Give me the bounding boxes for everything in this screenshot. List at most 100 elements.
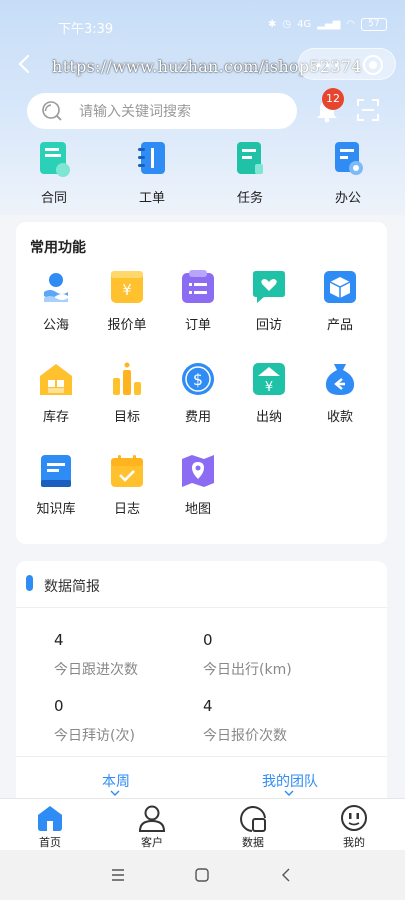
stat-value: 0 — [203, 631, 213, 649]
nav-label: 数据 — [242, 836, 264, 849]
public-sea-icon — [44, 273, 68, 302]
shortcut-work-order[interactable]: 工单 — [117, 140, 187, 206]
section-marker — [26, 575, 33, 591]
home-icon — [38, 806, 62, 831]
function-label: 订单 — [184, 318, 211, 333]
shortcut-label: 任务 — [236, 191, 263, 206]
status-bar: 下午3:39 ✱ ◷ 4G ▂▄▆ ◠ 57 — [0, 0, 405, 50]
function-map[interactable]: 地图 — [167, 454, 229, 517]
quote-icon: ¥ — [111, 271, 143, 303]
shortcut-label: 合同 — [40, 191, 67, 206]
stat-value: 4 — [203, 697, 213, 715]
signal-icon: ▂▄▆ — [317, 19, 341, 30]
stat-label: 今日出行(km) — [203, 662, 292, 678]
shortcut-office[interactable]: 办公 — [313, 140, 383, 206]
function-log[interactable]: 日志 — [96, 454, 158, 517]
svg-text:¥: ¥ — [122, 281, 132, 299]
function-public-sea[interactable]: 公海 — [25, 270, 87, 333]
back-icon[interactable] — [14, 52, 36, 76]
function-quote[interactable]: ¥ 报价单 — [96, 270, 158, 333]
bluetooth-icon: ✱ — [267, 19, 277, 30]
stat-travel[interactable]: 0 今日出行(km) — [203, 631, 292, 679]
collection-icon — [325, 364, 355, 395]
customer-icon — [138, 805, 166, 832]
nav-home[interactable]: 首页 — [20, 804, 80, 850]
common-functions-title: 常用功能 — [30, 240, 86, 256]
shortcut-label: 办公 — [334, 191, 361, 206]
stat-follow-ups[interactable]: 4 今日跟进次数 — [54, 631, 138, 679]
nav-profile[interactable]: 我的 — [324, 804, 384, 850]
function-revisit[interactable]: 回访 — [238, 270, 300, 333]
svg-text:$: $ — [193, 370, 203, 389]
product-icon — [324, 271, 356, 303]
scan-icon[interactable] — [357, 99, 379, 121]
function-product[interactable]: 产品 — [309, 270, 371, 333]
chevron-down-icon[interactable] — [110, 790, 120, 796]
revisit-icon — [253, 271, 285, 303]
nav-label: 首页 — [39, 836, 61, 849]
wifi-icon: ◠ — [346, 19, 355, 30]
inventory-icon — [40, 364, 72, 395]
home-square-icon[interactable] — [195, 868, 209, 882]
shortcut-label: 工单 — [138, 191, 165, 206]
nav-label: 客户 — [141, 836, 163, 849]
function-label: 库存 — [42, 410, 69, 425]
function-cashier[interactable]: ¥ 出纳 — [238, 362, 300, 425]
function-collection[interactable]: 收款 — [309, 362, 371, 425]
system-back-icon[interactable] — [281, 868, 291, 882]
target-icon — [113, 362, 141, 395]
data-brief-title: 数据简报 — [44, 579, 100, 595]
filter-period[interactable]: 本周 — [102, 771, 130, 791]
function-target[interactable]: 目标 — [96, 362, 158, 425]
stat-value: 4 — [54, 631, 64, 649]
chevron-down-icon[interactable] — [284, 790, 294, 796]
function-label: 地图 — [184, 502, 211, 517]
divider — [16, 607, 387, 608]
top-shortcuts: 合同 工单 任务 办公 — [0, 140, 405, 208]
function-inventory[interactable]: 库存 — [25, 362, 87, 425]
nav-data[interactable]: 数据 — [223, 804, 283, 850]
stat-label: 今日拜访(次) — [54, 728, 135, 744]
search-icon — [42, 101, 62, 121]
task-icon — [237, 142, 263, 174]
signal-label: 4G — [297, 19, 312, 30]
profile-icon — [341, 805, 367, 831]
function-label: 公海 — [42, 318, 69, 333]
data-icon — [240, 806, 266, 832]
data-brief-card: 数据简报 4 今日跟进次数 0 今日出行(km) 0 今日拜访(次) 4 今日报… — [16, 561, 387, 811]
map-icon — [182, 455, 214, 487]
stat-label: 今日报价次数 — [203, 728, 287, 744]
stat-visits[interactable]: 0 今日拜访(次) — [54, 697, 135, 745]
function-label: 日志 — [113, 502, 140, 517]
function-expense[interactable]: $ 费用 — [167, 362, 229, 425]
order-icon — [182, 270, 214, 303]
mini-program-capsule[interactable]: ••• — [298, 48, 396, 80]
more-icon[interactable]: ••• — [315, 59, 342, 73]
shortcut-task[interactable]: 任务 — [215, 140, 285, 206]
close-target-icon[interactable] — [363, 55, 383, 75]
function-label: 费用 — [184, 410, 211, 425]
menu-icon[interactable] — [111, 869, 125, 881]
stat-quotes[interactable]: 4 今日报价次数 — [203, 697, 287, 745]
nav-customer[interactable]: 客户 — [122, 804, 182, 850]
stat-value: 0 — [54, 697, 64, 715]
search-bar[interactable]: 请输入关键词搜索 — [27, 93, 297, 129]
work-order-icon — [138, 142, 165, 174]
cashier-icon: ¥ — [253, 363, 285, 395]
battery-icon: 57 — [361, 18, 387, 31]
function-label: 知识库 — [36, 502, 76, 517]
divider — [16, 756, 387, 757]
filter-team[interactable]: 我的团队 — [262, 771, 318, 791]
function-order[interactable]: 订单 — [167, 270, 229, 333]
shortcut-contract[interactable]: 合同 — [19, 140, 89, 206]
common-functions-card: 常用功能 公海 ¥ 报价单 订单 回访 产品 库存 目标 $ 费用 ¥ 出纳 收… — [16, 222, 387, 544]
status-time: 下午3:39 — [58, 22, 114, 37]
search-placeholder[interactable]: 请输入关键词搜索 — [79, 101, 191, 121]
alarm-icon: ◷ — [282, 19, 292, 30]
contract-icon — [40, 142, 70, 177]
log-icon — [111, 455, 143, 487]
nav-label: 我的 — [343, 836, 365, 849]
knowledge-base-icon — [41, 455, 71, 487]
function-label: 收款 — [326, 410, 353, 425]
function-knowledge-base[interactable]: 知识库 — [25, 454, 87, 517]
